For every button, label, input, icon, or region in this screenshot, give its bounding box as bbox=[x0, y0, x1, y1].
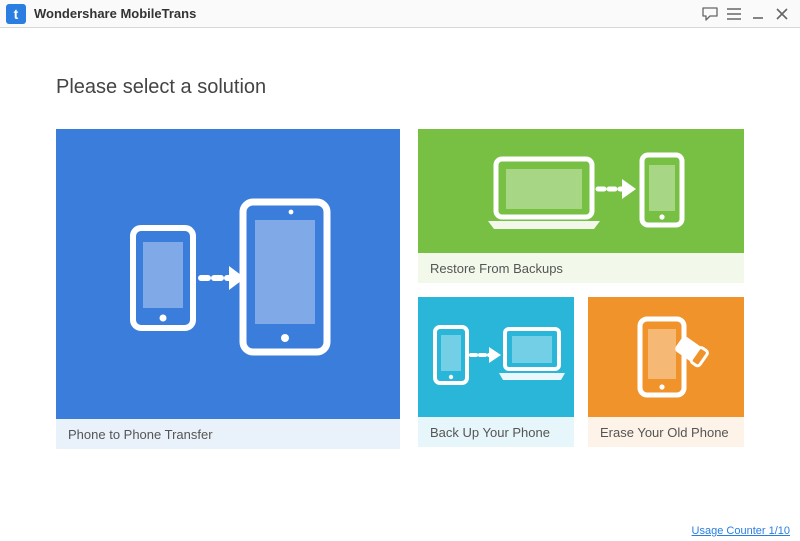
app-title: Wondershare MobileTrans bbox=[34, 6, 196, 21]
menu-icon[interactable] bbox=[722, 4, 746, 24]
tile-label: Erase Your Old Phone bbox=[588, 417, 744, 447]
feedback-icon[interactable] bbox=[698, 4, 722, 24]
tile-back-up-your-phone[interactable]: Back Up Your Phone bbox=[418, 297, 574, 447]
tile-restore-from-backups[interactable]: Restore From Backups bbox=[418, 129, 744, 283]
app-logo: t bbox=[6, 4, 26, 24]
phone-to-phone-transfer-icon bbox=[56, 129, 400, 419]
tile-erase-your-old-phone[interactable]: Erase Your Old Phone bbox=[588, 297, 744, 447]
page-heading: Please select a solution bbox=[56, 76, 744, 99]
usage-counter-link[interactable]: Usage Counter 1/10 bbox=[692, 525, 790, 537]
minimize-button[interactable] bbox=[746, 4, 770, 24]
back-up-your-phone-icon bbox=[418, 297, 574, 417]
main-content: Please select a solution bbox=[0, 28, 800, 449]
titlebar: t Wondershare MobileTrans bbox=[0, 0, 800, 28]
tile-label: Back Up Your Phone bbox=[418, 417, 574, 447]
tile-phone-to-phone-transfer[interactable]: Phone to Phone Transfer bbox=[56, 129, 400, 449]
tile-label: Phone to Phone Transfer bbox=[56, 419, 400, 449]
tile-label: Restore From Backups bbox=[418, 253, 744, 283]
footer: Usage Counter 1/10 bbox=[692, 525, 790, 537]
solution-grid: Phone to Phone Transfer bbox=[56, 129, 744, 449]
restore-from-backups-icon bbox=[418, 129, 744, 253]
erase-your-old-phone-icon bbox=[588, 297, 744, 417]
close-button[interactable] bbox=[770, 4, 794, 24]
